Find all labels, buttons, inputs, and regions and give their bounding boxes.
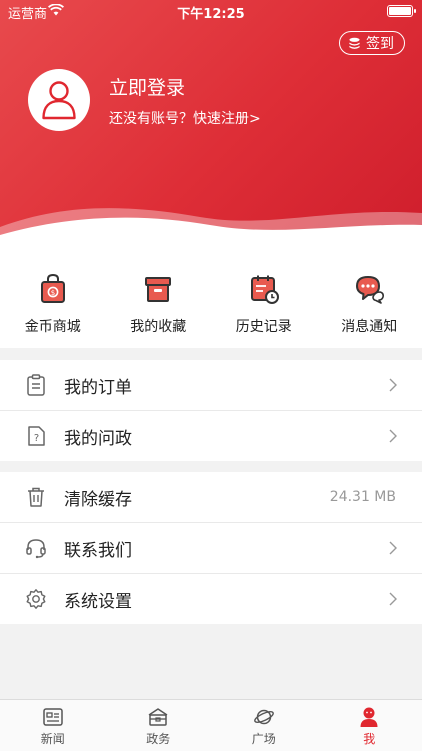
tab-label: 新闻: [41, 730, 65, 747]
clock: 下午12:25: [0, 3, 422, 22]
menu-item-label: 联系我们: [64, 536, 132, 561]
chevron-right-icon: [389, 429, 397, 443]
menu-item-clear-cache[interactable]: 清除缓存 24.31 MB: [0, 472, 422, 523]
quick-link-favorites[interactable]: 我的收藏: [106, 245, 212, 348]
person-icon: [358, 706, 380, 728]
gear-icon: [25, 588, 47, 610]
news-icon: [42, 706, 64, 728]
menu-item-label: 我的订单: [64, 373, 132, 398]
tab-square[interactable]: 广场: [211, 700, 317, 751]
menu-item-contact-us[interactable]: 联系我们: [0, 523, 422, 574]
register-link[interactable]: 还没有账号？快速注册>: [109, 108, 261, 128]
tab-news[interactable]: 新闻: [0, 700, 106, 751]
tab-label: 我: [363, 730, 375, 747]
sign-in-button[interactable]: 签到: [339, 31, 405, 55]
box-icon: [142, 273, 174, 305]
quick-link-label: 我的收藏: [130, 316, 186, 336]
svg-text:$: $: [51, 289, 55, 297]
quick-link-label: 金币商城: [25, 316, 81, 336]
chevron-right-icon: [389, 378, 397, 392]
cache-size-value: 24.31 MB: [330, 489, 396, 505]
menu-item-my-orders[interactable]: 我的订单: [0, 360, 422, 411]
tab-government[interactable]: 政务: [106, 700, 212, 751]
profile-header: 运营商 下午12:25 签到 立即登录 还没有账号？快速注册>: [0, 0, 422, 245]
planet-icon: [253, 706, 275, 728]
menu-item-label: 系统设置: [64, 587, 132, 612]
menu-item-label: 清除缓存: [64, 485, 132, 510]
coin-stack-icon: [348, 37, 361, 50]
header-wave: [0, 195, 422, 245]
quick-link-notifications[interactable]: 消息通知: [317, 245, 422, 348]
menu-item-my-inquiries[interactable]: ? 我的问政: [0, 411, 422, 461]
tab-label: 政务: [146, 730, 170, 747]
svg-text:?: ?: [34, 433, 39, 444]
sign-in-label: 签到: [366, 33, 394, 53]
status-bar: 运营商 下午12:25: [0, 0, 422, 22]
headset-icon: [25, 537, 47, 559]
tab-label: 广场: [252, 730, 276, 747]
government-icon: [147, 706, 169, 728]
chevron-right-icon: [389, 541, 397, 555]
chat-bubble-icon: [353, 273, 385, 305]
menu-item-label: 我的问政: [64, 424, 132, 449]
battery-icon: [387, 5, 413, 17]
menu-group-settings: 清除缓存 24.31 MB 联系我们 系统设置: [0, 472, 422, 624]
quick-link-history[interactable]: 历史记录: [211, 245, 317, 348]
menu-group-orders: 我的订单 ? 我的问政: [0, 360, 422, 461]
quick-link-label: 消息通知: [341, 316, 397, 336]
clipboard-icon: [25, 374, 47, 396]
quick-link-label: 历史记录: [236, 316, 292, 336]
user-icon: [41, 80, 77, 120]
tab-bar: 新闻 政务 广场 我: [0, 699, 422, 751]
chevron-right-icon: [389, 592, 397, 606]
question-doc-icon: ?: [25, 425, 47, 447]
trash-icon: [25, 486, 47, 508]
tab-me[interactable]: 我: [317, 700, 422, 751]
avatar[interactable]: [28, 69, 90, 131]
login-link[interactable]: 立即登录: [109, 73, 185, 100]
quick-link-coin-mall[interactable]: $ 金币商城: [0, 245, 106, 348]
calendar-clock-icon: [248, 273, 280, 305]
menu-item-system-settings[interactable]: 系统设置: [0, 574, 422, 624]
coin-bag-icon: $: [37, 273, 69, 305]
quick-links: $ 金币商城 我的收藏 历史记录 消息通知: [0, 245, 422, 348]
